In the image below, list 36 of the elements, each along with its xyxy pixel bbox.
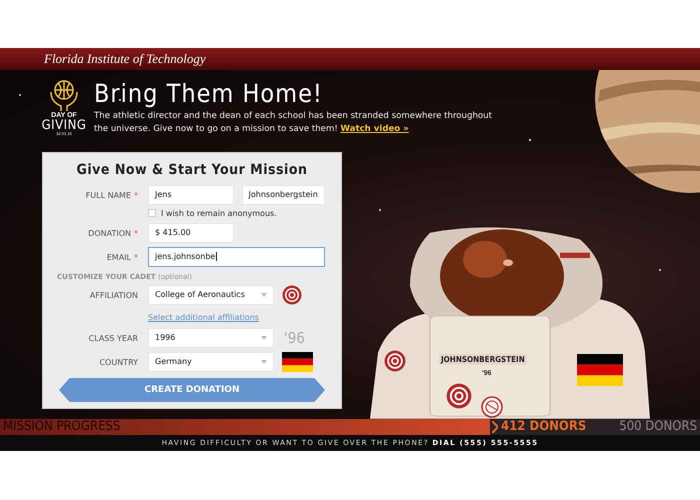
field-label: AFFILIATION: [88, 290, 139, 300]
field-label: DONATION *: [87, 228, 139, 238]
dropdown-caret-icon: [261, 360, 267, 364]
donor-goal: 500 DONORS: [619, 419, 698, 435]
field-label: FULL NAME *: [84, 190, 139, 200]
donation-field[interactable]: $ 415.00: [148, 223, 234, 243]
institution-name: Florida Institute of Technology: [43, 50, 207, 68]
target-icon: [282, 285, 302, 305]
first-name-field[interactable]: Jens: [148, 185, 234, 205]
class-year-preview: '96: [284, 329, 305, 347]
name-patch: JOHNSONBERGSTEIN: [439, 354, 527, 365]
last-name-field[interactable]: Johnsonbergstein: [242, 185, 325, 205]
anonymous-checkbox[interactable]: [148, 209, 156, 217]
page-title: Bring Them Home!: [94, 78, 324, 110]
flag-icon: [282, 352, 313, 372]
donor-count: 412 DONORS: [492, 419, 586, 435]
email-field[interactable]: jens.johnsonbe: [148, 247, 325, 267]
intro-text: The athletic director and the dean of each school has been stranded somewhere throughout the universe. Give now to go on a mission to save them! Watch video »: [94, 110, 493, 136]
field-label: COUNTRY: [98, 358, 139, 366]
shoulder-patch-icon: [384, 350, 406, 372]
country-select[interactable]: Germany: [148, 352, 274, 372]
ball-patch-icon: [481, 396, 503, 418]
field-label: EMAIL *: [106, 252, 139, 262]
dropdown-caret-icon: [261, 293, 267, 297]
watch-video-link[interactable]: Watch video »: [340, 124, 409, 134]
flag-patch-icon: [577, 354, 623, 386]
target-patch-icon: [446, 383, 472, 409]
class-year-select[interactable]: 1996: [148, 328, 274, 348]
dropdown-caret-icon: [261, 336, 267, 340]
field-label: CLASS YEAR: [88, 334, 139, 342]
checkbox-label: I wish to remain anonymous.: [161, 208, 277, 218]
affiliation-select[interactable]: College of Aeronautics: [148, 285, 274, 305]
progress-label: MISSION PROGRESS: [2, 419, 120, 435]
logo-text: GIVING: [42, 119, 86, 132]
chevron-icon: [492, 421, 498, 433]
form-title: Give Now & Start Your Mission: [76, 161, 308, 180]
